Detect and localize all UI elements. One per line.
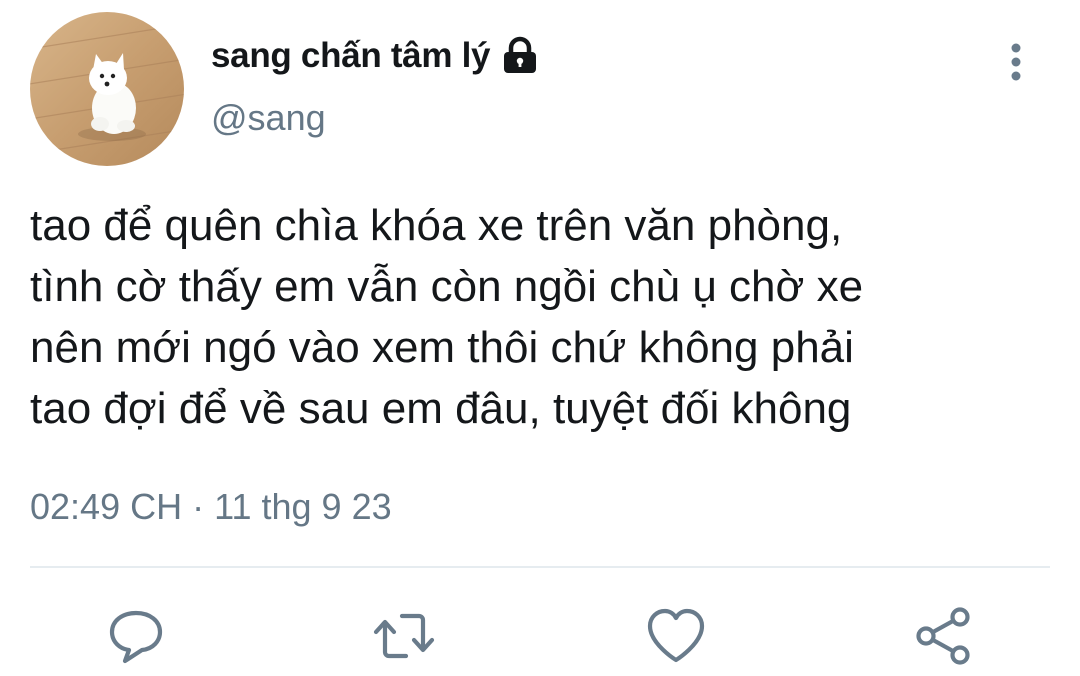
reply-icon [109,610,163,664]
author-display-name[interactable]: sang chấn tâm lý [211,36,490,76]
tweet-text-line: tao để quên chìa khóa xe trên văn phòng, [30,201,843,250]
tweet-time: 02:49 CH [30,486,183,527]
more-vertical-icon [1011,43,1021,81]
heart-icon [647,608,705,663]
tweet-date: 11 thg 9 23 [214,486,392,527]
reply-button[interactable] [104,604,168,668]
tweet-timestamp[interactable]: 02:49 CH · 11 thg 9 23 [30,486,392,528]
share-button[interactable] [912,604,976,668]
more-options-button[interactable] [996,38,1036,88]
tweet-text-line: tao đợi để về sau em đâu, tuyệt đối khôn… [30,384,852,433]
avatar-image [30,12,184,166]
share-icon [916,607,970,665]
avatar[interactable] [30,12,184,166]
tweet-text-line: tình cờ thấy em vẫn còn ngồi chù ụ chờ x… [30,262,864,311]
tweet-text: tao để quên chìa khóa xe trên văn phòng,… [30,195,1050,439]
author-name-row[interactable]: sang chấn tâm lý [211,32,540,80]
tweet-text-line: nên mới ngó vào xem thôi chứ không phải [30,323,854,372]
retweet-icon [373,613,435,659]
retweet-button[interactable] [372,604,436,668]
lock-icon [500,36,540,76]
divider [30,566,1050,568]
like-button[interactable] [644,604,708,668]
meta-separator: · [192,486,205,527]
author-handle[interactable]: @sang [211,97,326,139]
